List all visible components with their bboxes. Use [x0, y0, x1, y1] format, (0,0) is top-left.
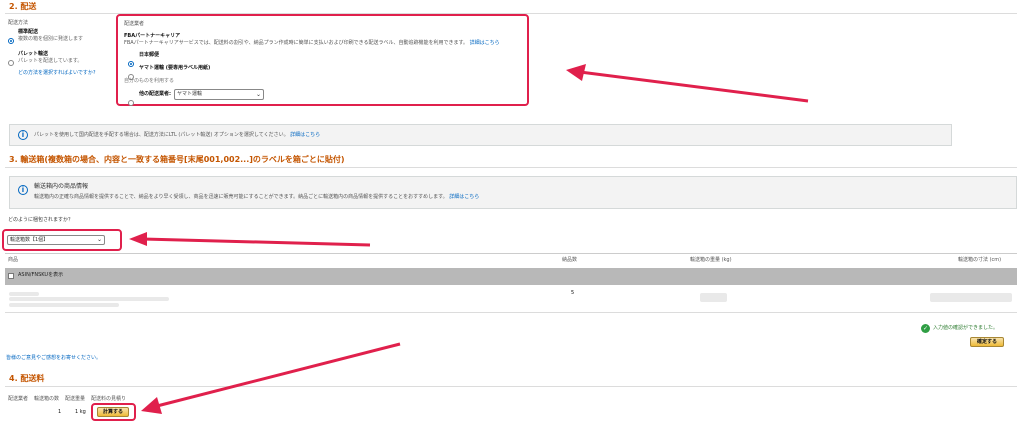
radio-other-carrier[interactable]: [128, 92, 134, 111]
weight-input-redacted[interactable]: [700, 293, 727, 302]
other-carrier-label: 他の配送業者:: [139, 91, 172, 97]
other-carrier-select[interactable]: ヤマト運輸 ⌄: [174, 89, 264, 100]
column-header-dimensions: 輸送箱の寸法 (cm): [958, 257, 1002, 263]
fee-header-boxes: 輸送箱の数: [34, 396, 60, 402]
column-header-weight: 輸送箱の重量 (kg): [690, 257, 732, 263]
standard-shipping-desc: 複数の箱を個別に発送します: [18, 36, 84, 42]
divider: [5, 167, 1017, 168]
info-icon: i: [18, 185, 28, 195]
radio-standard-shipping[interactable]: [8, 30, 14, 49]
table-toggle-row: ASIN/FNSKUを表示: [5, 268, 1017, 285]
packing-question: どのように梱包されますか？: [8, 217, 74, 223]
radio-button[interactable]: [8, 37, 14, 44]
fee-header-carrier: 配送業者: [8, 396, 29, 402]
check-icon: ✓: [921, 324, 930, 333]
product-name-redacted: [9, 292, 39, 296]
fba-partner-desc: FBAパートナーキャリアサービスでは、配送料の割引や、納品プラン作成時に簡単に支…: [124, 40, 500, 47]
fee-weight: 1 kg: [75, 409, 86, 415]
which-method-link[interactable]: どの方法を選択すればよいですか?: [18, 70, 96, 77]
shipping-method-label: 配送方法: [8, 20, 29, 26]
confirm-status: 入力値の確認ができました。: [933, 325, 999, 331]
radio-pallet-shipping[interactable]: [8, 52, 14, 71]
fba-details-link[interactable]: 詳細はこちら: [470, 40, 500, 46]
carrier-label: 配送業者: [124, 21, 145, 27]
annotation-arrow: [566, 64, 809, 103]
dimensions-input-redacted[interactable]: [930, 293, 1012, 302]
box-info-details-link[interactable]: 詳細はこちら: [449, 194, 479, 200]
other-carrier-value: ヤマト運輸: [177, 91, 203, 97]
table-row: 5: [5, 285, 1017, 311]
pallet-details-link[interactable]: 詳細はこちら: [290, 132, 320, 138]
confirm-button[interactable]: 確定する: [970, 337, 1004, 347]
annotation-arrow: [129, 232, 371, 247]
pallet-shipping-desc: パレットを配送しています。: [18, 58, 83, 64]
fee-box-count: 1: [58, 409, 62, 415]
product-name-redacted: [9, 297, 169, 301]
box-count-select[interactable]: 輸送箱数【1個】 ⌄: [7, 235, 105, 245]
box-info-title: 輸送箱内の商品情報: [34, 183, 89, 190]
box-info-desc-text: 輸送箱内の正確な商品情報を提供することで、納品をより早く受領し、商品を迅速に販売…: [34, 194, 448, 200]
box-count-value: 輸送箱数【1個】: [10, 237, 49, 243]
pallet-notice-message: パレットを使用して国内配送を手配する場合は、配送方法にLTL (パレット輸送) …: [34, 132, 289, 138]
asin-toggle-label: ASIN/FNSKUを表示: [18, 272, 64, 278]
japan-post-label: 日本郵便: [139, 52, 160, 58]
box-info-notice: i 輸送箱内の商品情報 輸送箱内の正確な商品情報を提供することで、納品をより早く…: [9, 176, 1017, 209]
column-header-product: 商品: [8, 257, 19, 263]
radio-button[interactable]: [8, 59, 14, 66]
feedback-link[interactable]: 皆様のご意見やご感想をお寄せください。: [6, 355, 101, 362]
own-carrier-label: 自分のものを利用する: [124, 78, 175, 84]
section-title-shipping: 2. 配送: [9, 2, 37, 11]
asin-checkbox[interactable]: [8, 273, 14, 279]
chevron-down-icon: ⌄: [96, 236, 102, 243]
table-top-border: [5, 253, 1017, 254]
annotation-arrow: [141, 342, 401, 414]
pallet-notice-box: i パレットを使用して国内配送を手配する場合は、配送方法にLTL (パレット輸送…: [9, 124, 952, 146]
fba-partner-desc-text: FBAパートナーキャリアサービスでは、配送料の割引や、納品プラン作成時に簡単に支…: [124, 40, 468, 46]
product-name-redacted: [9, 303, 119, 307]
radio-button[interactable]: [128, 99, 134, 106]
fee-header-weight: 配送重量: [65, 396, 86, 402]
section-title-fee: 4. 配送料: [9, 374, 45, 383]
fba-partner-title: FBAパートナーキャリア: [124, 33, 181, 39]
yamato-label: ヤマト運輸 (要専用ラベル用紙): [139, 65, 211, 71]
pallet-shipping-title: パレット輸送: [18, 51, 49, 57]
chevron-down-icon: ⌄: [255, 91, 261, 98]
row-quantity: 5: [571, 290, 575, 296]
info-icon: i: [18, 130, 28, 140]
table-bottom-border: [5, 312, 1017, 313]
box-info-desc: 輸送箱内の正確な商品情報を提供することで、納品をより早く受領し、商品を迅速に販売…: [34, 194, 479, 201]
calculate-button[interactable]: 計算する: [97, 407, 129, 417]
section-title-boxes: 3. 輸送箱(複数箱の場合、内容と一致する箱番号[末尾001,002...]のラ…: [9, 155, 345, 164]
standard-shipping-title: 標準配送: [18, 29, 39, 35]
fee-header-estimate: 配送料の見積り: [91, 396, 127, 402]
pallet-notice-text: パレットを使用して国内配送を手配する場合は、配送方法にLTL (パレット輸送) …: [34, 132, 320, 139]
column-header-quantity: 納品数: [562, 257, 578, 263]
